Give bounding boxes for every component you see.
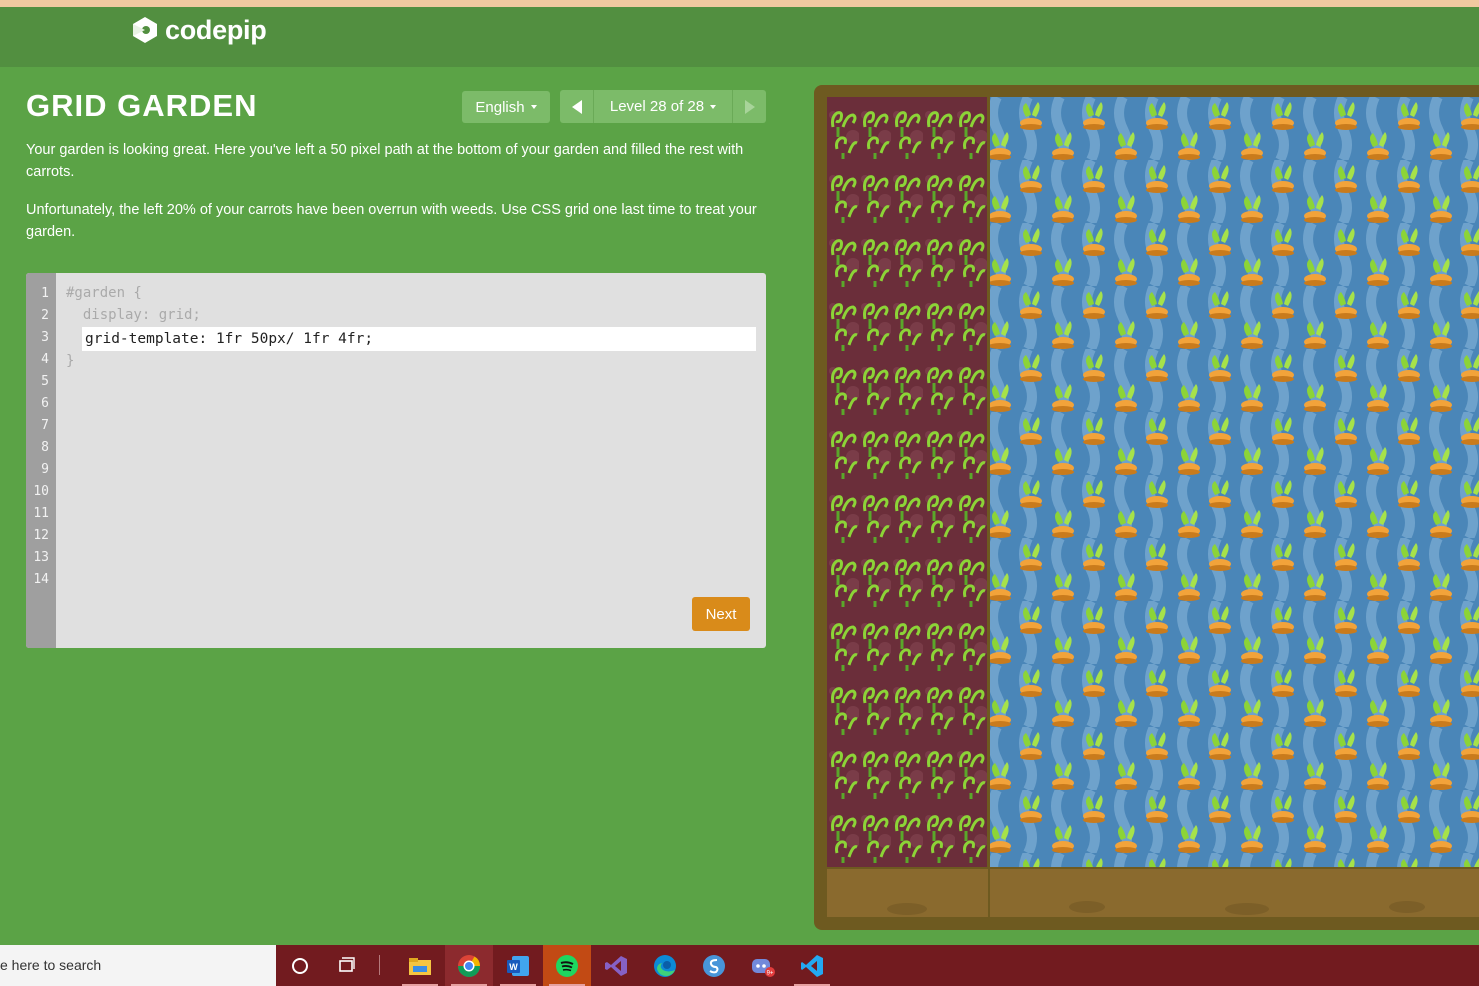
simplenote-icon[interactable] <box>690 945 738 986</box>
search-placeholder: e here to search <box>0 957 102 973</box>
instructions-paragraph: Unfortunately, the left 20% of your carr… <box>26 202 757 240</box>
line-number: 2 <box>41 308 49 323</box>
instructions-paragraph: Your garden is looking great. Here you'v… <box>26 142 744 180</box>
next-level-button[interactable] <box>732 90 766 123</box>
line-number: 5 <box>41 374 49 389</box>
line-number: 14 <box>33 572 49 587</box>
chevron-down-icon <box>530 105 537 109</box>
file-explorer-icon[interactable] <box>396 945 444 986</box>
next-button[interactable]: Next <box>692 597 750 631</box>
garden-board <box>827 97 1479 917</box>
weed-area <box>827 97 987 867</box>
visual-studio-icon[interactable] <box>592 945 640 986</box>
line-number-gutter: 1 2 3 4 5 6 7 8 9 10 11 12 13 14 <box>26 273 56 648</box>
svg-text:9+: 9+ <box>767 970 774 976</box>
code-line: #garden { <box>66 285 142 301</box>
line-number: 6 <box>41 396 49 411</box>
codepip-logo[interactable]: codepip <box>131 14 267 46</box>
level-select[interactable]: Level 28 of 28 <box>594 90 732 123</box>
taskbar-search-box[interactable]: e here to search <box>0 945 276 986</box>
level-label: Level 28 of 28 <box>609 98 705 115</box>
line-number: 1 <box>41 286 49 301</box>
code-editor: 1 2 3 4 5 6 7 8 9 10 11 12 13 14 #garden… <box>26 273 766 648</box>
codepip-logo-icon <box>133 17 157 43</box>
word-icon[interactable]: W <box>494 945 542 986</box>
code-line: display: grid; <box>66 307 201 323</box>
taskbar-divider <box>379 955 380 975</box>
arrow-left-icon <box>571 99 582 114</box>
chevron-down-icon <box>710 104 717 109</box>
language-label: English <box>475 98 525 116</box>
code-line: } <box>66 353 75 369</box>
cortana-icon[interactable] <box>276 945 324 986</box>
line-number: 10 <box>33 484 49 499</box>
page-title: GRID GARDEN <box>26 88 258 123</box>
brand-name: codepip <box>165 14 267 45</box>
edge-icon[interactable] <box>641 945 689 986</box>
task-view-icon[interactable] <box>324 945 372 986</box>
line-number: 4 <box>41 352 49 367</box>
arrow-right-icon <box>744 99 755 114</box>
window-top-strip <box>0 0 1479 7</box>
vscode-icon[interactable] <box>788 945 836 986</box>
line-number: 3 <box>41 330 49 345</box>
line-number: 12 <box>33 528 49 543</box>
line-number: 8 <box>41 440 49 455</box>
line-number: 11 <box>33 506 49 521</box>
line-number: 7 <box>41 418 49 433</box>
css-code-input[interactable] <box>82 327 756 351</box>
chrome-icon[interactable] <box>445 945 493 986</box>
carrot-area <box>990 97 1479 867</box>
spotify-icon[interactable] <box>543 945 591 986</box>
level-navigator: Level 28 of 28 <box>560 90 766 123</box>
line-number: 9 <box>41 462 49 477</box>
previous-level-button[interactable] <box>560 90 594 123</box>
svg-text:W: W <box>509 962 518 972</box>
language-select[interactable]: English <box>462 91 550 123</box>
line-number: 13 <box>33 550 49 565</box>
discord-icon[interactable]: 9+ <box>739 945 787 986</box>
